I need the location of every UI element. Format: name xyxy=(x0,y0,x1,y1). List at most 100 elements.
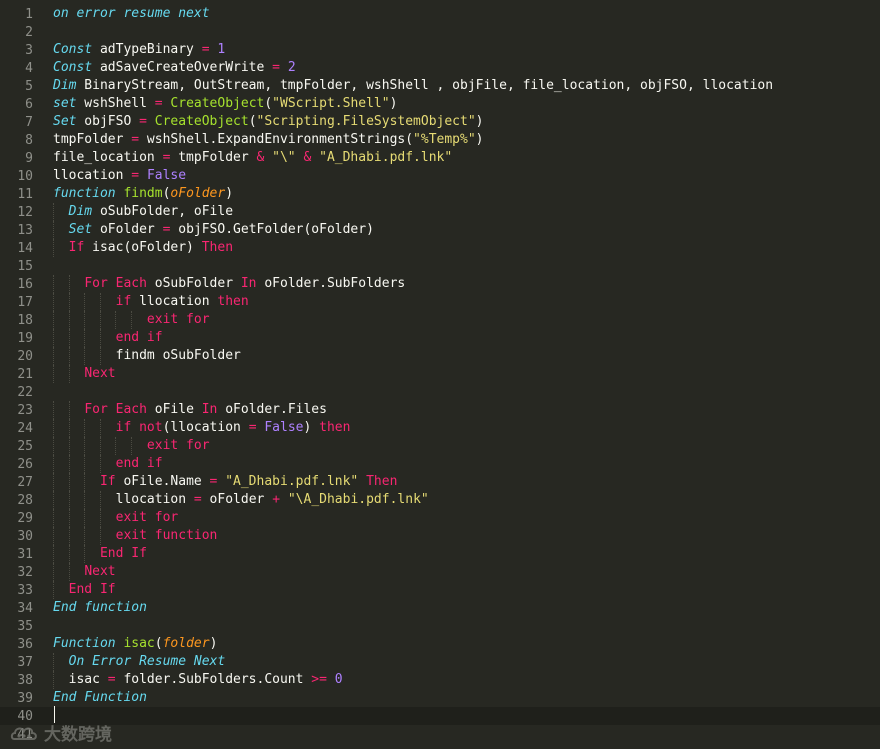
code-token: Next xyxy=(84,564,116,579)
code-token: set xyxy=(53,96,77,111)
code-line[interactable]: 41 xyxy=(0,725,880,743)
code-line[interactable]: 5 Dim BinaryStream, OutStream, tmpFolder,… xyxy=(0,77,880,95)
line-number: 35 xyxy=(17,618,33,634)
code-line[interactable]: 37 On Error Resume Next xyxy=(0,653,880,671)
code-token: tmpFolder xyxy=(53,132,132,147)
indent-guide xyxy=(53,491,54,509)
code-line[interactable]: 8 tmpFolder = wshShell.ExpandEnvironmentS… xyxy=(0,131,880,149)
indent-guide xyxy=(84,311,86,329)
code-line[interactable]: 18 exit for xyxy=(0,311,880,329)
code-token: = xyxy=(193,492,202,507)
code-token: then xyxy=(319,420,351,435)
code-text: exit for xyxy=(53,437,210,455)
code-line[interactable]: 21 Next xyxy=(0,365,880,383)
line-number: 10 xyxy=(17,168,33,184)
code-line[interactable]: 7 Set objFSO = CreateObject("Scripting.Fi… xyxy=(0,113,880,131)
code-text: Const adTypeBinary = 1 xyxy=(53,41,225,59)
code-token: wshShell.ExpandEnvironmentStrings( xyxy=(139,132,414,147)
indent-guide xyxy=(99,437,101,455)
code-token: findm xyxy=(123,186,163,201)
code-line[interactable]: 27 If oFile.Name = "A_Dhabi.pdf.lnk" The… xyxy=(0,473,880,491)
code-line[interactable]: 34 End function xyxy=(0,599,880,617)
code-line[interactable]: 4 Const adSaveCreateOverWrite = 2 xyxy=(0,59,880,77)
code-line[interactable]: 19 end if xyxy=(0,329,880,347)
code-line[interactable]: 32 Next xyxy=(0,563,880,581)
code-text: End If xyxy=(53,581,116,599)
code-line[interactable]: 31 End If xyxy=(0,545,880,563)
code-line[interactable]: 13 Set oFolder = objFSO.GetFolder(oFolde… xyxy=(0,221,880,239)
indent-guide xyxy=(68,563,70,581)
code-line[interactable]: 29 exit for xyxy=(0,509,880,527)
code-token: if xyxy=(115,294,132,309)
line-number: 27 xyxy=(17,474,33,490)
code-line[interactable]: 24 if not(llocation = False) then xyxy=(0,419,880,437)
indent-guide xyxy=(53,563,54,581)
code-line[interactable]: 35 xyxy=(0,617,880,635)
code-line[interactable]: 11 function findm(oFolder) xyxy=(0,185,880,203)
indent-guide xyxy=(84,545,86,563)
code-token: exit for xyxy=(146,312,210,327)
code-token: Dim xyxy=(68,204,93,219)
code-line[interactable]: 33 End If xyxy=(0,581,880,599)
code-token: Set xyxy=(53,114,77,129)
code-line[interactable]: 16 For Each oSubFolder In oFolder.SubFol… xyxy=(0,275,880,293)
code-line[interactable]: 15 xyxy=(0,257,880,275)
line-number: 11 xyxy=(17,186,33,202)
code-token: folder.SubFolders.Count xyxy=(115,672,312,687)
code-token: adTypeBinary xyxy=(92,42,202,57)
code-editor[interactable]: 1 on error resume next 2 3 Const adTypeBinar… xyxy=(0,0,880,749)
indent-guide xyxy=(68,455,70,473)
code-token: BinaryStream, OutStream, tmpFolder, wshS… xyxy=(76,78,774,93)
code-line[interactable]: 25 exit for xyxy=(0,437,880,455)
code-line[interactable]: 14 If isac(oFolder) Then xyxy=(0,239,880,257)
line-number: 8 xyxy=(25,132,33,148)
line-number: 23 xyxy=(17,402,33,418)
code-token: llocation xyxy=(53,168,132,183)
code-token: = xyxy=(139,114,147,129)
code-line[interactable]: 3 Const adTypeBinary = 1 xyxy=(0,41,880,59)
code-token: ) xyxy=(475,132,484,147)
line-number: 21 xyxy=(17,366,33,382)
code-line[interactable]: 6 set wshShell = CreateObject("WScript.Sh… xyxy=(0,95,880,113)
code-token: isac xyxy=(123,636,155,651)
code-line[interactable]: 10 llocation = False xyxy=(0,167,880,185)
code-line[interactable]: 1 on error resume next xyxy=(0,5,880,23)
code-line[interactable]: 40 xyxy=(0,707,880,725)
code-line[interactable]: 20 findm oSubFolder xyxy=(0,347,880,365)
code-token: = xyxy=(131,168,140,183)
code-token: Const xyxy=(53,60,93,75)
code-token: Dim xyxy=(53,78,77,93)
code-token: "A_Dhabi.pdf.lnk" xyxy=(319,150,453,165)
code-line[interactable]: 39 End Function xyxy=(0,689,880,707)
indent-guide xyxy=(53,419,54,437)
code-line[interactable]: 22 xyxy=(0,383,880,401)
code-line[interactable]: 9 file_location = tmpFolder & "\" & "A_Dh… xyxy=(0,149,880,167)
code-line[interactable]: 26 end if xyxy=(0,455,880,473)
code-token: oSubFolder xyxy=(146,276,241,291)
code-line[interactable]: 12 Dim oSubFolder, oFile xyxy=(0,203,880,221)
indent-guide xyxy=(84,347,86,365)
indent-guide xyxy=(99,293,101,311)
code-line[interactable]: 36 Function isac(folder) xyxy=(0,635,880,653)
indent-guide xyxy=(99,491,101,509)
indent-guide xyxy=(53,401,54,419)
indent-guide xyxy=(99,329,101,347)
code-line[interactable]: 28 llocation = oFolder + "\A_Dhabi.pdf.l… xyxy=(0,491,880,509)
indent-guide xyxy=(53,221,54,239)
indent-guide xyxy=(84,329,86,347)
code-line[interactable]: 23 For Each oFile In oFolder.Files xyxy=(0,401,880,419)
code-line[interactable]: 30 exit function xyxy=(0,527,880,545)
code-token: CreateObject xyxy=(170,96,265,111)
code-line[interactable]: 38 isac = folder.SubFolders.Count >= 0 xyxy=(0,671,880,689)
code-line[interactable]: 17 if llocation then xyxy=(0,293,880,311)
code-line[interactable]: 2 xyxy=(0,23,880,41)
indent-guide xyxy=(53,527,54,545)
code-text: tmpFolder = wshShell.ExpandEnvironmentSt… xyxy=(53,131,484,149)
line-number: 26 xyxy=(17,456,33,472)
